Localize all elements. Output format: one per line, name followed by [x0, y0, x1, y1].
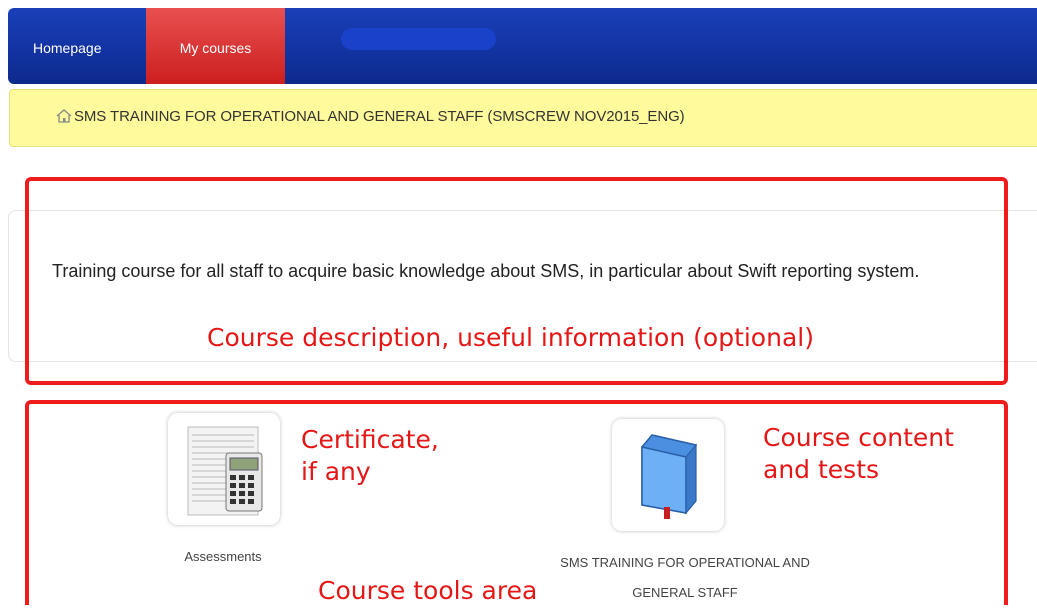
annotation-content-line2: and tests — [763, 455, 880, 484]
breadcrumb: SMS TRAINING FOR OPERATIONAL AND GENERAL… — [9, 89, 1037, 147]
annotation-certificate-line2: if any — [301, 457, 371, 486]
blue-book-icon — [641, 434, 697, 519]
annotation-description-label: Course description, useful information (… — [207, 323, 814, 352]
assessments-tool-card[interactable] — [168, 413, 280, 525]
breadcrumb-course-title[interactable]: SMS TRAINING FOR OPERATIONAL AND GENERAL… — [74, 108, 685, 125]
annotation-content-line1: Course content — [763, 423, 954, 452]
home-icon[interactable] — [56, 108, 72, 124]
top-navbar: Homepage My courses — [8, 8, 1037, 84]
course-content-label-line2: GENERAL STAFF — [632, 585, 738, 600]
course-content-label[interactable]: SMS TRAINING FOR OPERATIONAL AND GENERAL… — [495, 548, 875, 608]
course-content-label-line1: SMS TRAINING FOR OPERATIONAL AND — [560, 555, 810, 570]
annotation-content-label: Course content and tests — [763, 422, 954, 486]
annotation-certificate-label: Certificate, if any — [301, 424, 439, 488]
annotation-certificate-line1: Certificate, — [301, 425, 439, 454]
assessments-label[interactable]: Assessments — [148, 542, 298, 572]
redacted-user-area — [341, 28, 496, 50]
calculator-spreadsheet-icon — [187, 426, 263, 516]
course-content-tool-card[interactable] — [612, 419, 724, 531]
nav-homepage[interactable]: Homepage — [14, 8, 121, 84]
nav-my-courses[interactable]: My courses — [146, 8, 285, 84]
